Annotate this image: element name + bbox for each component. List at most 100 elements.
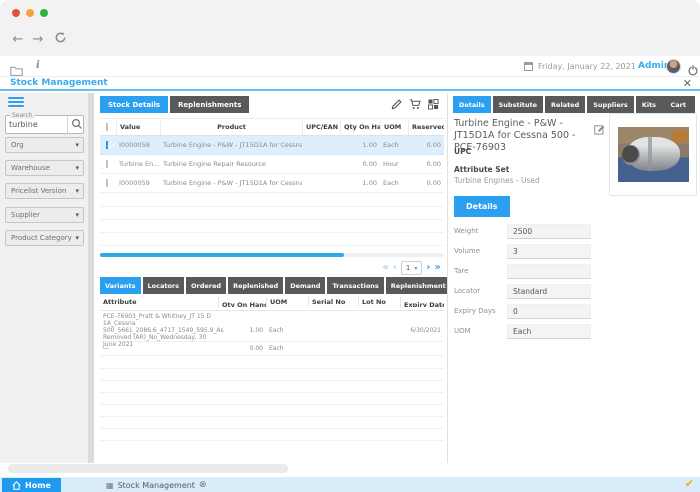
prev-page-icon[interactable]: ‹ [393,262,397,274]
tab-demand[interactable]: Demand [285,277,325,294]
search-input[interactable] [9,120,67,129]
tab-locators[interactable]: Locators [143,277,185,294]
next-page-icon[interactable]: › [426,262,430,274]
filter-pricelist-version[interactable]: Pricelist Version▾ [5,183,84,199]
stock-table-header: Value Product UPC/EAN Qty On Hand UOM Re… [100,118,444,136]
cell-reserved: 0.00 [408,160,444,168]
filter-product-category[interactable]: Product Category▾ [5,230,84,246]
volume-input[interactable] [507,244,591,259]
expiry-days-input[interactable] [507,304,591,319]
browser-window: ← → i Friday, January 22, 2021 Admin Sto… [0,0,700,492]
tab-suppliers[interactable]: Suppliers [587,96,634,113]
first-page-icon[interactable]: « [382,262,388,274]
current-date: Friday, January 22, 2021 [538,62,636,71]
cell-qty: 0.00 [340,160,380,168]
scrollbar-thumb[interactable] [100,253,344,257]
tare-input[interactable] [507,264,591,279]
window-maximize-button[interactable] [40,9,48,17]
details-button[interactable]: Details [454,196,510,217]
tab-replenished[interactable]: Replenished [228,277,283,294]
col-reserved[interactable]: Reserved [408,119,444,135]
window-minimize-button[interactable] [26,9,34,17]
search-label: Search [10,112,35,119]
cell-uom: Each [266,325,308,336]
stock-tab-label: Stock Management [118,481,195,490]
back-icon[interactable]: ← [10,32,26,47]
col-uom[interactable]: UOM [380,119,408,135]
last-page-icon[interactable]: » [435,262,441,274]
close-icon[interactable]: ✕ [683,77,692,90]
cart-button[interactable]: Cart [662,96,695,113]
row-checkbox[interactable] [106,179,108,187]
filter-sidebar: Search Org▾ Warehouse▾ Pricelist Version… [0,93,88,463]
col-upc-ean[interactable]: UPC/EAN [302,119,340,135]
sidebar-menu-icon[interactable] [8,97,24,108]
avatar[interactable] [666,59,681,74]
bottom-scrollbar[interactable] [8,464,288,473]
col-lot-no[interactable]: Lot No [358,297,400,307]
tab-ordered[interactable]: Ordered [186,277,226,294]
tab-replenishment[interactable]: Replenishment [386,277,451,294]
taskbar-home-tab[interactable]: Home [2,478,61,492]
col-expiry-date[interactable]: Expiry Date [400,297,444,307]
cell-product: Turbine Engine Repair Resource [160,160,302,168]
grid-icon[interactable] [428,99,439,110]
col-serial-no[interactable]: Serial No [308,297,358,307]
page-select[interactable]: 1▾ [401,261,422,275]
locator-input[interactable] [507,284,591,299]
tab-variants[interactable]: Variants [100,277,141,294]
col-value[interactable]: Value [116,119,160,135]
tab-related[interactable]: Related [545,96,585,113]
tare-label: Tare [454,267,468,275]
row-checkbox[interactable] [106,160,108,168]
close-tab-icon[interactable]: ⊗ [199,480,207,490]
variant-row[interactable]: — 0.00 Each [100,342,444,356]
col-product[interactable]: Product [160,119,302,135]
cell-attribute: — [100,343,218,354]
cell-uom: Each [380,141,408,149]
app-toolbar: i Friday, January 22, 2021 Admin [0,56,700,77]
uom-input[interactable] [507,324,591,339]
tab-kits[interactable]: Kits [636,96,662,113]
tab-stock-details[interactable]: Stock Details [100,96,168,113]
variants-table-header: Attribute Qty On Hand UOM Serial No Lot … [100,294,444,311]
col-qty-on-hand[interactable]: Qty On Hand [218,297,266,307]
taskbar-stock-management-tab[interactable]: ▦ Stock Management ⊗ [100,478,213,492]
weight-label: Weight [454,227,478,235]
filter-warehouse[interactable]: Warehouse▾ [5,160,84,176]
col-uom[interactable]: UOM [266,297,308,307]
table-row[interactable]: I0000058 Turbine Engine - P&W - JT15D1A … [100,136,444,155]
cell-expiry: 6/30/2021 [400,325,444,336]
chevron-down-icon: ▾ [75,208,79,222]
table-row[interactable]: I0000059 Turbine Engine - P&W - JT15D1A … [100,174,444,193]
home-icon [12,481,21,490]
edit-icon[interactable] [391,99,402,110]
product-image-card [609,113,697,196]
forward-icon[interactable]: → [30,32,46,47]
variant-row[interactable]: PCE-76903_Pratt & Whitney_JT 15 D 1A_Ces… [100,311,444,342]
tab-details[interactable]: Details [453,96,491,113]
select-all-checkbox[interactable] [106,123,108,131]
tab-transactions[interactable]: Transactions [327,277,383,294]
reload-icon[interactable] [52,31,68,48]
col-attribute[interactable]: Attribute [100,298,218,306]
tab-replenishments[interactable]: Replenishments [170,96,249,113]
info-icon[interactable]: i [36,60,40,71]
edit-product-icon[interactable] [594,120,605,139]
cart-icon[interactable] [409,99,421,110]
volume-label: Volume [454,247,480,255]
chevron-down-icon: ▾ [75,161,79,175]
filter-org[interactable]: Org▾ [5,137,84,153]
product-image[interactable] [618,127,689,182]
weight-input[interactable] [507,224,591,239]
window-close-button[interactable] [12,9,20,17]
filter-supplier[interactable]: Supplier▾ [5,207,84,223]
row-checkbox[interactable] [106,141,108,149]
cell-lot [358,347,400,351]
horizontal-scrollbar[interactable] [100,253,444,257]
col-qty-on-hand[interactable]: Qty On Hand [340,119,380,135]
search-icon[interactable] [67,116,83,133]
table-row[interactable]: Turbine En... Turbine Engine Repair Reso… [100,155,444,174]
tab-substitute[interactable]: Substitute [493,96,543,113]
window-titlebar [0,0,700,26]
